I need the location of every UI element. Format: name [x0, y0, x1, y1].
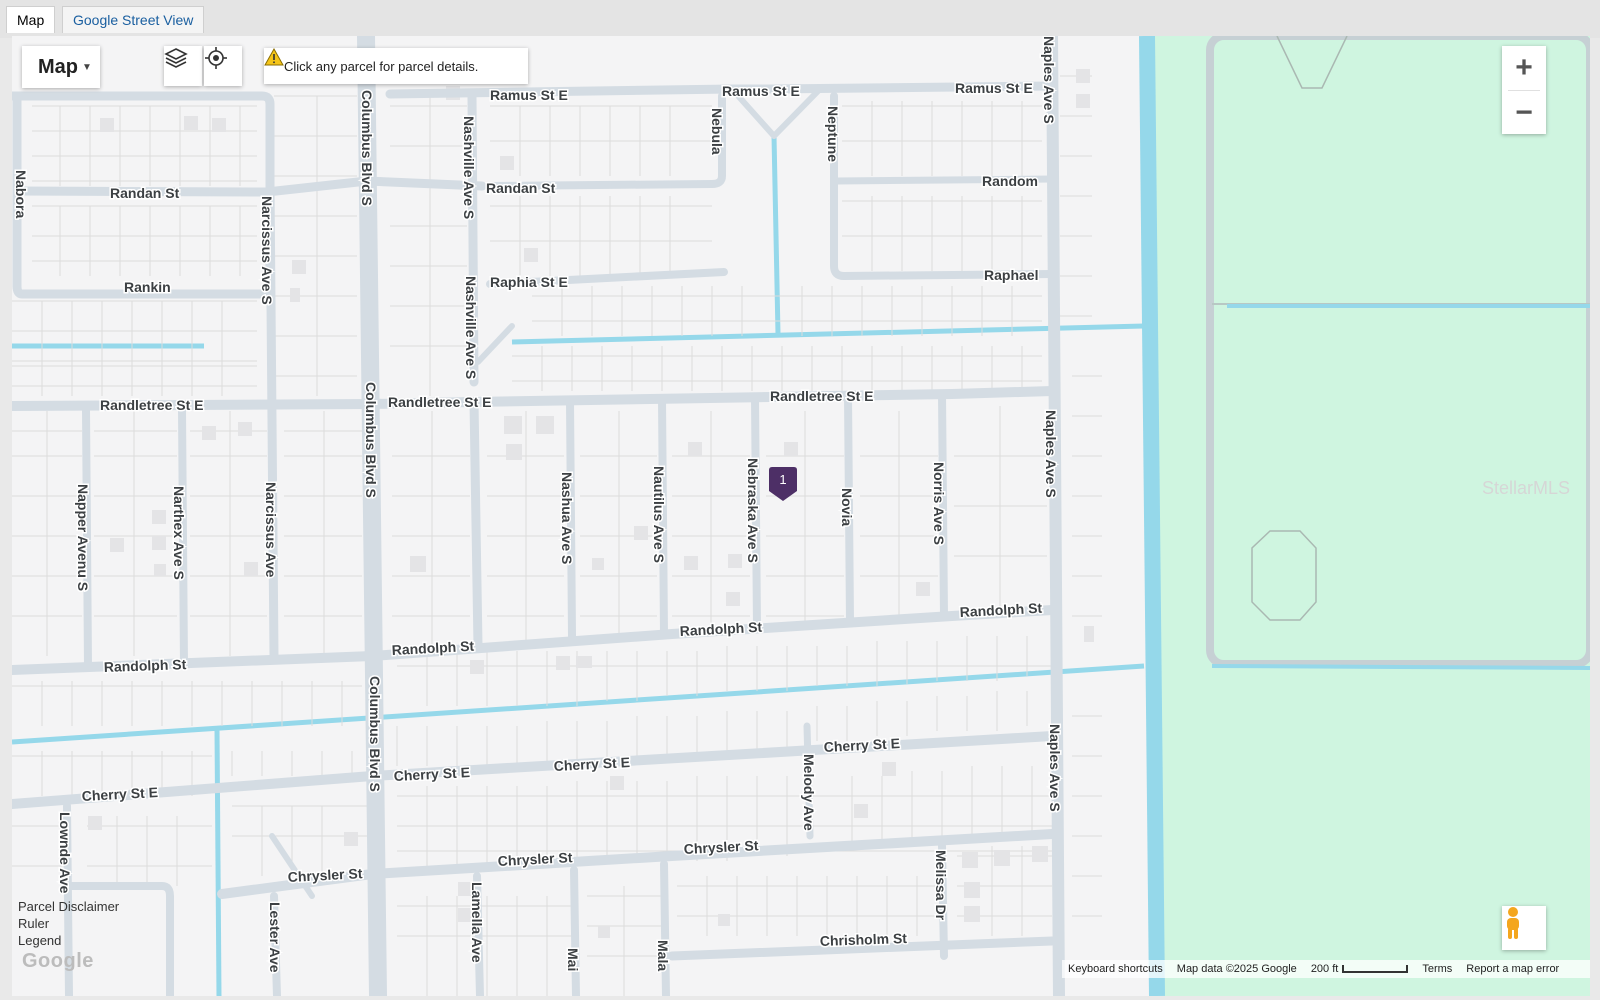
- map-data-attribution: Map data ©2025 Google: [1176, 963, 1297, 975]
- zoom-in-button[interactable]: +: [1502, 46, 1546, 90]
- zoom-out-button[interactable]: −: [1502, 91, 1546, 135]
- marker-label: 1: [779, 472, 787, 487]
- label-columbus-blvd-s-1: Columbus Blvd S: [359, 90, 375, 206]
- map-type-label: Map: [38, 56, 78, 78]
- caret-down-icon: ▼: [82, 61, 92, 73]
- label-norris-ave-s: Norris Ave S: [931, 462, 947, 545]
- road-nashville-lower: [469, 397, 483, 651]
- label-narcissus-ave-s-1: Narcissus Ave S: [259, 196, 275, 305]
- road-mai: [570, 866, 580, 996]
- property-marker[interactable]: 1: [769, 467, 797, 501]
- layers-button[interactable]: [164, 46, 202, 86]
- road-randan-st: [12, 176, 487, 197]
- label-melissa-dr: Melissa Dr: [933, 850, 949, 921]
- map-canvas[interactable]: Ramus St E Ramus St E Ramus St E Nebula …: [12, 36, 1590, 996]
- label-cherry-st-e-2: Cherry St E: [393, 764, 470, 784]
- label-mai: Mai: [565, 948, 581, 971]
- label-lamella-ave: Lamella Ave: [469, 882, 485, 963]
- label-napper-avenu-s: Napper Avenu S: [75, 484, 91, 591]
- label-randan-st-2: Randan St: [486, 180, 556, 196]
- pegman-icon: [1507, 907, 1519, 939]
- main-canal: [1139, 36, 1165, 996]
- label-cherry-st-e-4: Cherry St E: [823, 735, 900, 755]
- canal-park-h2: [1211, 664, 1590, 670]
- parcel-notice: Click any parcel for parcel details.: [264, 48, 528, 84]
- label-randletree-st-e-2: Randletree St E: [388, 394, 491, 410]
- label-columbus-blvd-s-2: Columbus Blvd S: [363, 382, 379, 498]
- left-links: Parcel Disclaimer Ruler Legend: [18, 898, 119, 949]
- label-rankin: Rankin: [124, 279, 171, 295]
- tab-map[interactable]: Map: [6, 6, 56, 33]
- tab-bar: Map Google Street View: [0, 0, 1600, 38]
- label-randletree-st-e-1: Randletree St E: [100, 397, 203, 413]
- label-randolph-st-2: Randolph St: [391, 638, 474, 658]
- label-randletree-st-e-3: Randletree St E: [770, 388, 873, 404]
- locate-button[interactable]: [204, 46, 242, 86]
- report-error-link[interactable]: Report a map error: [1466, 963, 1559, 975]
- label-chrisholm-st: Chrisholm St: [820, 930, 908, 949]
- label-raphia-st-e: Raphia St E: [490, 274, 568, 290]
- keyboard-shortcuts-link[interactable]: Keyboard shortcuts: [1068, 963, 1163, 975]
- label-narcissus-ave-s-2: Narcissus Ave: [263, 482, 279, 578]
- map-svg[interactable]: Ramus St E Ramus St E Ramus St E Nebula …: [12, 36, 1590, 996]
- street-labels: Ramus St E Ramus St E Ramus St E Nebula …: [12, 36, 1065, 974]
- ruler-link[interactable]: Ruler: [18, 915, 119, 932]
- label-cherry-st-e-1: Cherry St E: [81, 784, 158, 804]
- label-randolph-st-4: Randolph St: [959, 600, 1042, 620]
- map-type-dropdown[interactable]: Map ▼: [22, 46, 100, 88]
- terms-link[interactable]: Terms: [1422, 963, 1452, 975]
- layers-icon: [164, 48, 188, 68]
- pegman-button[interactable]: [1502, 906, 1546, 950]
- label-nashville-ave-s-2: Nashville Ave S: [463, 276, 479, 379]
- label-nashua-ave-s: Nashua Ave S: [559, 472, 575, 564]
- label-lester-ave: Lester Ave: [267, 902, 283, 973]
- label-columbus-blvd-s-3: Columbus Blvd S: [367, 676, 383, 792]
- label-ramus-st-e-3: Ramus St E: [955, 80, 1033, 96]
- label-ramus-st-e-1: Ramus St E: [490, 87, 568, 103]
- label-randolph-st-3: Randolph St: [679, 619, 762, 639]
- label-random: Random: [982, 173, 1038, 189]
- label-naples-ave-s-3: Naples Ave S: [1047, 724, 1063, 812]
- notice-text: Click any parcel for parcel details.: [284, 58, 479, 74]
- label-melody-ave: Melody Ave: [801, 754, 817, 831]
- canal-lower: [12, 663, 1145, 745]
- road-mala: [660, 860, 670, 996]
- road-nashville-cul: [475, 323, 515, 365]
- watermark: StellarMLS: [1482, 478, 1571, 498]
- label-nebula: Nebula: [709, 108, 725, 155]
- label-nabora: Nabora: [13, 170, 29, 218]
- crosshair-icon: [205, 47, 227, 69]
- parcel-disclaimer-link[interactable]: Parcel Disclaimer: [18, 898, 119, 915]
- label-narthex-ave-s: Narthex Ave S: [171, 486, 187, 580]
- canal-vertical-top: [771, 135, 781, 335]
- label-lownde-ave: Lownde Ave: [57, 812, 73, 894]
- label-ramus-st-e-2: Ramus St E: [722, 83, 800, 99]
- legend-link[interactable]: Legend: [18, 932, 119, 949]
- label-naples-ave-s-1: Naples Ave S: [1041, 36, 1057, 124]
- label-nautilus-ave-s: Nautilus Ave S: [651, 466, 667, 563]
- google-logo: Google: [22, 950, 94, 972]
- label-nashville-ave-s-1: Nashville Ave S: [461, 116, 477, 219]
- label-chrysler-st-1: Chrysler St: [287, 865, 363, 885]
- zoom-control: + −: [1502, 46, 1546, 134]
- label-randan-st-1: Randan St: [110, 185, 180, 201]
- label-cherry-st-e-3: Cherry St E: [553, 754, 630, 774]
- label-naples-ave-s-2: Naples Ave S: [1043, 410, 1059, 498]
- scale-label: 200 ft: [1310, 963, 1339, 975]
- label-neptune: Neptune: [825, 106, 841, 162]
- scale-indicator[interactable]: 200 ft: [1311, 963, 1409, 975]
- road-naples-ave: [1046, 36, 1065, 996]
- label-randolph-st-1: Randolph St: [104, 656, 187, 675]
- park-area: [1152, 36, 1590, 996]
- label-novia: Novia: [839, 488, 855, 526]
- scale-bar-icon: [1342, 965, 1409, 974]
- tab-street-view[interactable]: Google Street View: [62, 6, 205, 33]
- label-nebraska-ave-s: Nebraska Ave S: [745, 458, 761, 563]
- canal-lower-vertical: [214, 729, 222, 996]
- map-footer: Keyboard shortcuts Map data ©2025 Google…: [1062, 960, 1590, 978]
- label-mala: Mala: [655, 940, 671, 971]
- label-raphael: Raphael: [984, 267, 1038, 283]
